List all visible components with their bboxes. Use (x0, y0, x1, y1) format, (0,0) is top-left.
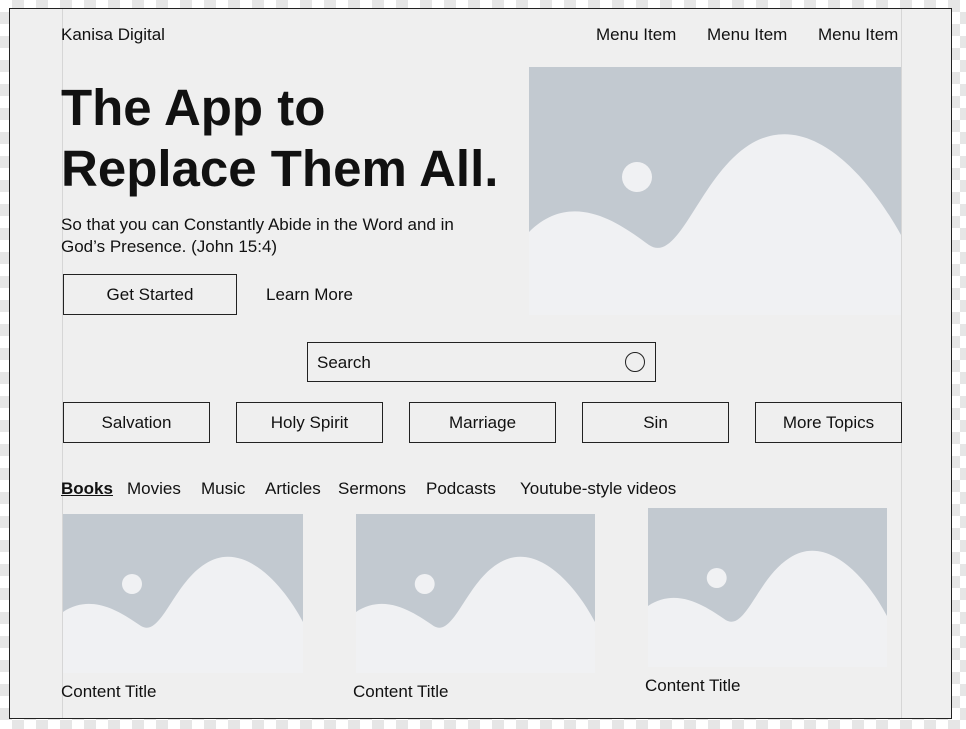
menu-item-3[interactable]: Menu Item (818, 25, 898, 45)
get-started-button[interactable]: Get Started (63, 274, 237, 315)
page-frame: Kanisa Digital Menu Item Menu Item Menu … (9, 8, 952, 719)
topic-button-salvation[interactable]: Salvation (63, 402, 210, 443)
menu-item-2[interactable]: Menu Item (707, 25, 787, 45)
search-input[interactable]: Search (307, 342, 656, 382)
content-title-3[interactable]: Content Title (645, 676, 740, 696)
tab-articles[interactable]: Articles (265, 479, 321, 499)
tab-movies[interactable]: Movies (127, 479, 181, 499)
content-title-2[interactable]: Content Title (353, 682, 448, 702)
brand-name: Kanisa Digital (61, 25, 165, 44)
search-label: Search (317, 353, 371, 372)
topic-button-marriage[interactable]: Marriage (409, 402, 556, 443)
hero-title-line-1: The App to (61, 79, 326, 136)
tab-sermons[interactable]: Sermons (338, 479, 406, 499)
content-card-image-3[interactable] (648, 508, 887, 667)
content-card-image-1[interactable] (63, 514, 303, 673)
image-placeholder-icon (63, 514, 303, 673)
hero-subtitle: So that you can Constantly Abide in the … (61, 214, 501, 258)
hero-subtitle-line-2: God’s Presence. (John 15:4) (61, 237, 278, 256)
learn-more-link[interactable]: Learn More (266, 285, 353, 305)
tab-music[interactable]: Music (201, 479, 245, 499)
image-placeholder-icon (356, 514, 595, 673)
hero-title-line-2: Replace Them All. (61, 140, 499, 197)
tab-podcasts[interactable]: Podcasts (426, 479, 496, 499)
content-card-image-2[interactable] (356, 514, 595, 673)
tab-youtube-style-videos[interactable]: Youtube-style videos (520, 479, 676, 499)
tab-books[interactable]: Books (61, 479, 113, 499)
hero-title: The App to Replace Them All. (61, 77, 531, 199)
topic-button-holy-spirit[interactable]: Holy Spirit (236, 402, 383, 443)
hero-image-placeholder (529, 67, 901, 315)
image-placeholder-icon (529, 67, 901, 315)
content-title-1[interactable]: Content Title (61, 682, 156, 702)
image-placeholder-icon (648, 508, 887, 667)
layout-guide-right (901, 9, 902, 718)
menu-item-1[interactable]: Menu Item (596, 25, 676, 45)
hero-subtitle-line-1: So that you can Constantly Abide in the … (61, 215, 454, 234)
more-topics-button[interactable]: More Topics (755, 402, 902, 443)
topic-button-sin[interactable]: Sin (582, 402, 729, 443)
search-icon[interactable] (625, 352, 645, 372)
